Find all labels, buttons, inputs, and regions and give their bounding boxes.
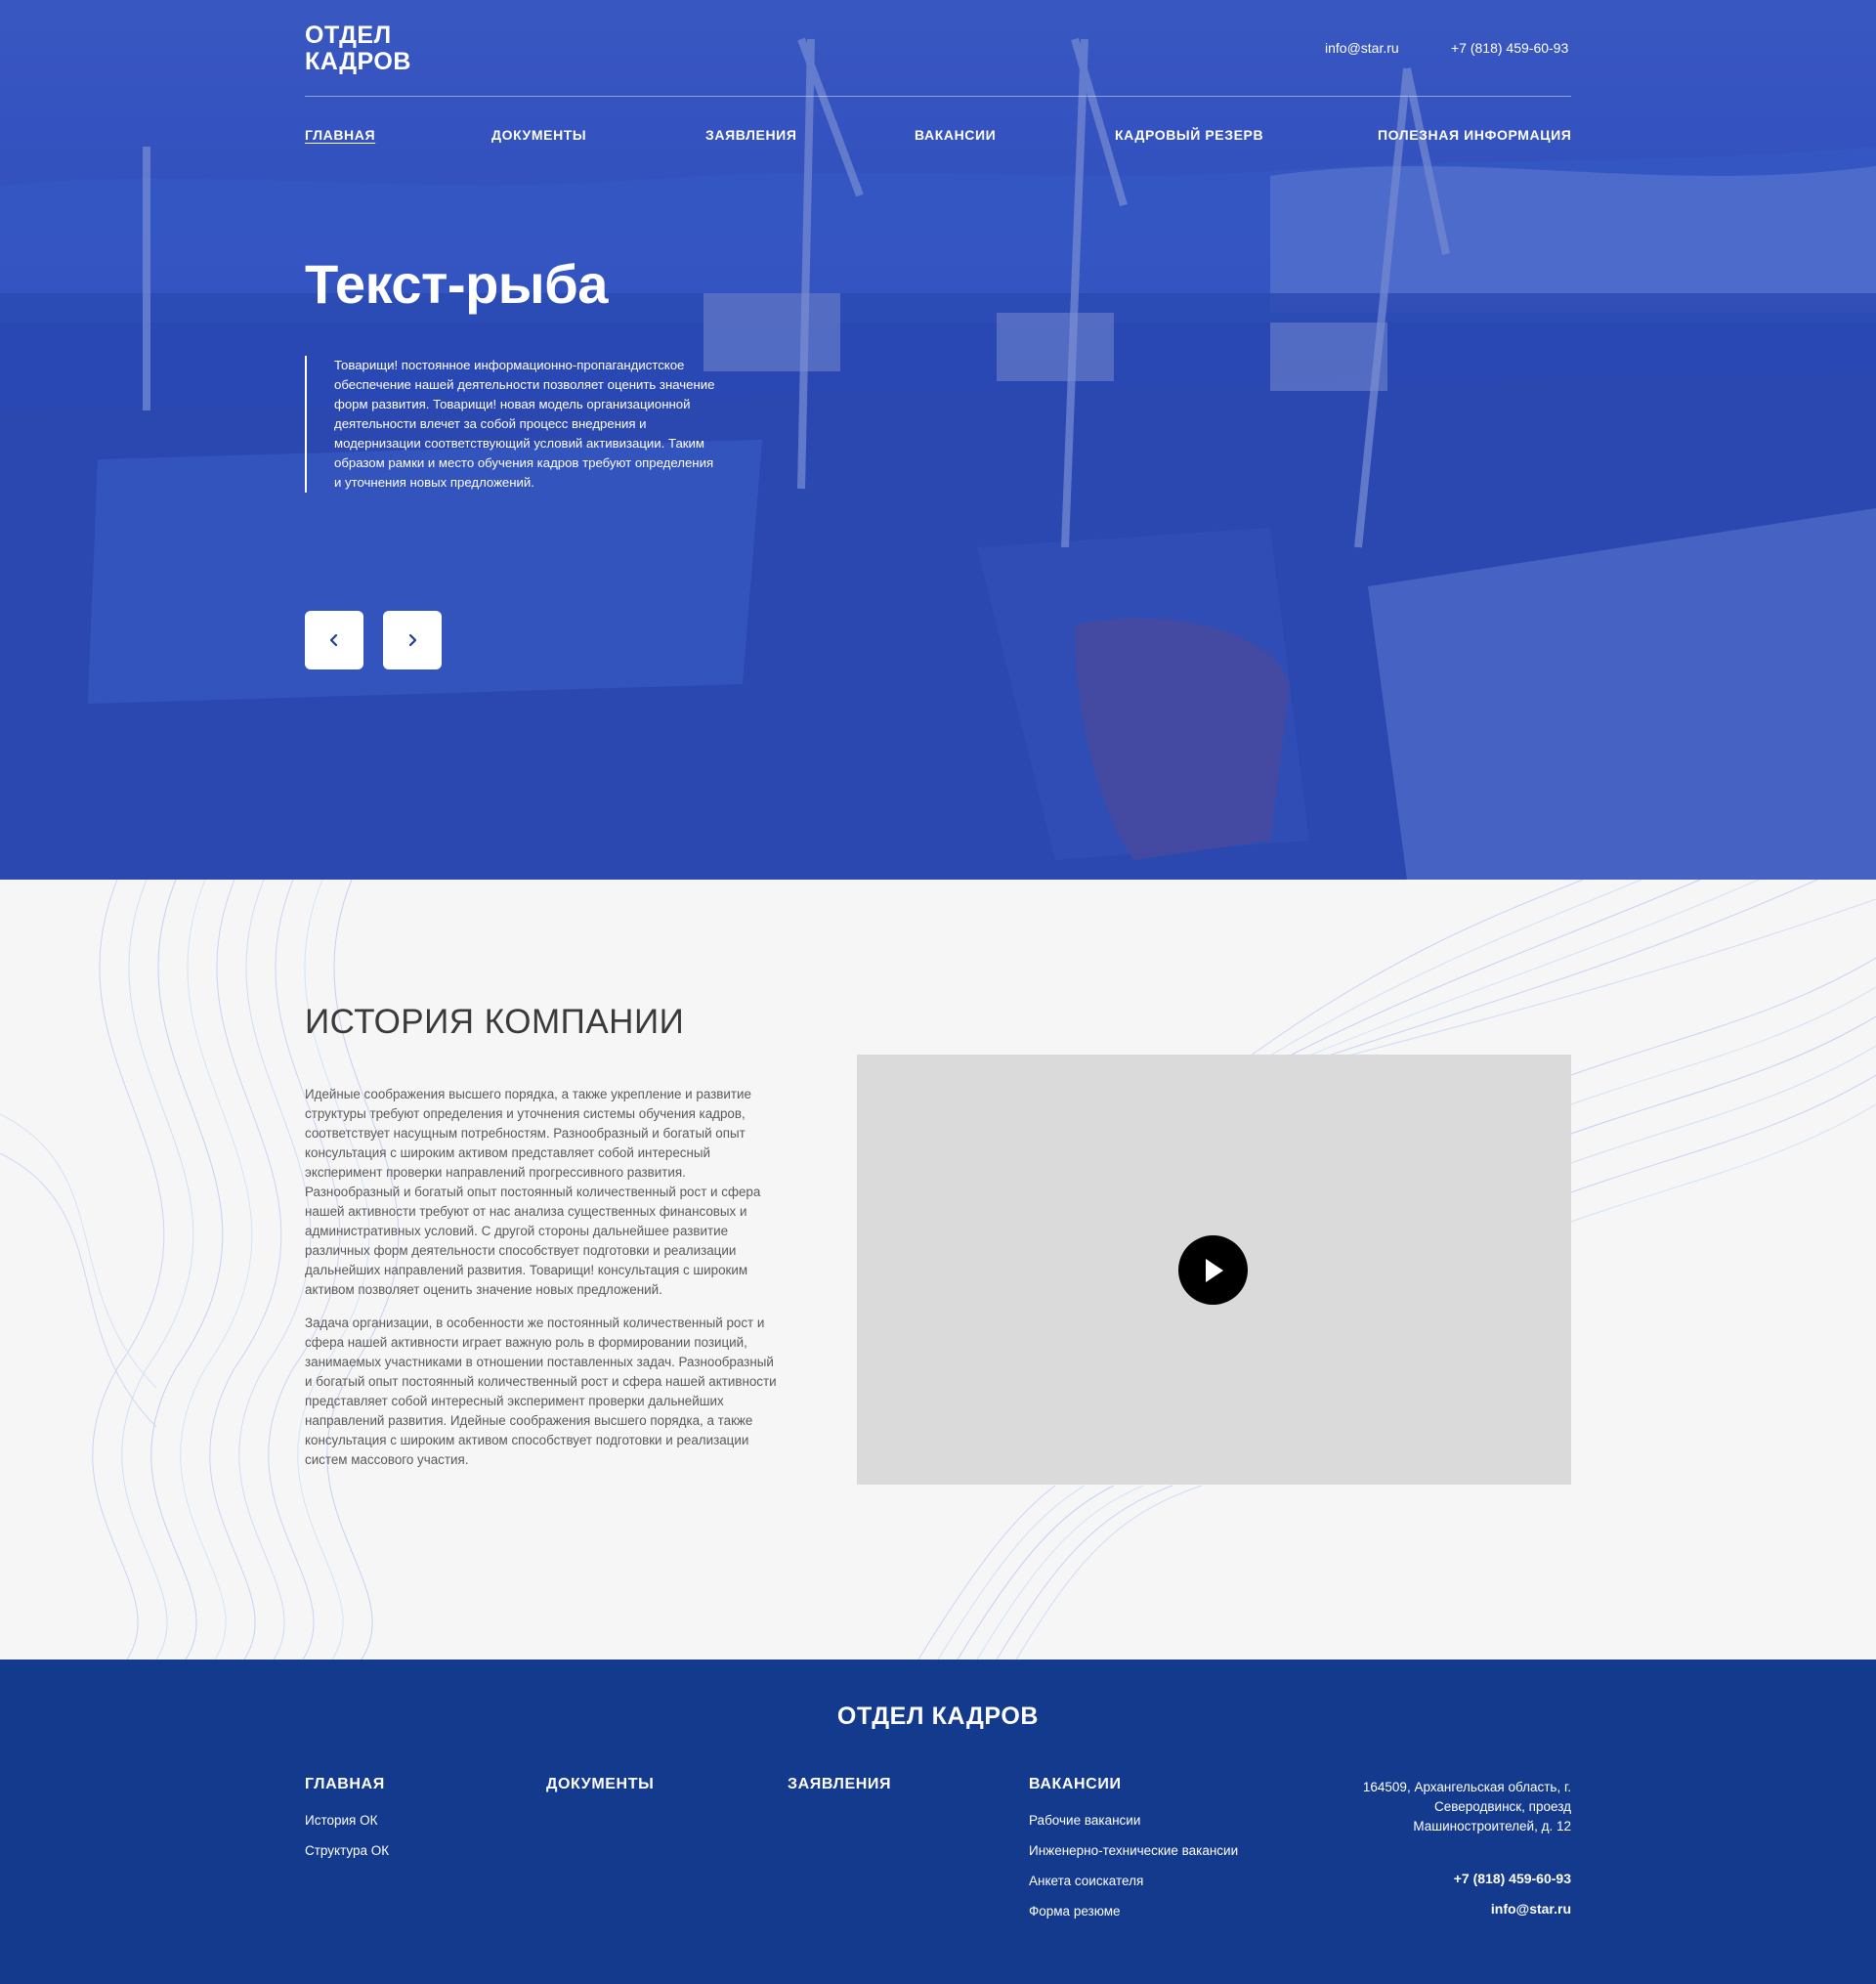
footer-link-history[interactable]: История ОК	[305, 1813, 389, 1828]
header-email[interactable]: info@star.ru	[1325, 40, 1399, 56]
footer-column-documents: ДОКУМЕНТЫ	[546, 1776, 654, 1813]
slider-next-button[interactable]	[383, 611, 442, 669]
header-phone[interactable]: +7 (818) 459-60-93	[1451, 40, 1568, 56]
footer-heading-applications[interactable]: ЗАЯВЛЕНИЯ	[788, 1776, 891, 1793]
history-paragraph-1: Идейные соображения высшего порядка, а т…	[305, 1087, 761, 1297]
hero-quote: Товарищи! постоянное информационно-пропа…	[305, 356, 715, 493]
footer-heading-documents[interactable]: ДОКУМЕНТЫ	[546, 1776, 654, 1793]
footer-phone[interactable]: +7 (818) 459-60-93	[1454, 1871, 1571, 1886]
logo-line-2: КАДРОВ	[305, 48, 411, 75]
history-text: Идейные соображения высшего порядка, а т…	[305, 1085, 778, 1470]
logo[interactable]: ОТДЕЛ КАДРОВ	[305, 22, 411, 75]
footer-link-engineering-vacancies[interactable]: Инженерно-технические вакансии	[1029, 1843, 1238, 1858]
nav-item-main[interactable]: ГЛАВНАЯ	[305, 127, 375, 143]
footer-heading-main[interactable]: ГЛАВНАЯ	[305, 1776, 389, 1793]
footer-link-applicant-form[interactable]: Анкета соискателя	[1029, 1874, 1238, 1888]
chevron-left-icon	[329, 633, 338, 647]
footer-title: ОТДЕЛ КАДРОВ	[836, 1703, 1040, 1730]
hero-quote-text: Товарищи! постоянное информационно-пропа…	[334, 358, 715, 490]
footer-link-worker-vacancies[interactable]: Рабочие вакансии	[1029, 1813, 1238, 1828]
site-footer: ОТДЕЛ КАДРОВ ГЛАВНАЯ История ОК Структур…	[0, 1660, 1876, 1984]
footer-link-resume-form[interactable]: Форма резюме	[1029, 1904, 1238, 1919]
history-paragraph-2: Задача организации, в особенности же пос…	[305, 1315, 777, 1467]
footer-heading-vacancies[interactable]: ВАКАНСИИ	[1029, 1776, 1238, 1793]
main-nav: ГЛАВНАЯ ДОКУМЕНТЫ ЗАЯВЛЕНИЯ ВАКАНСИИ КАД…	[305, 127, 1573, 147]
logo-line-1: ОТДЕЛ	[305, 22, 392, 49]
footer-address: 164509, Архангельская область, г. Северо…	[1362, 1780, 1571, 1833]
footer-column-main: ГЛАВНАЯ История ОК Структура ОК	[305, 1776, 389, 1874]
history-title: ИСТОРИЯ КОМПАНИИ	[305, 1003, 685, 1041]
play-icon	[1205, 1258, 1223, 1282]
history-section: ИСТОРИЯ КОМПАНИИ Идейные соображения выс…	[0, 880, 1876, 1660]
footer-link-structure[interactable]: Структура ОК	[305, 1843, 389, 1858]
nav-item-useful-info[interactable]: ПОЛЕЗНАЯ ИНФОРМАЦИЯ	[1378, 127, 1571, 143]
nav-item-vacancies[interactable]: ВАКАНСИИ	[915, 127, 996, 143]
footer-email[interactable]: info@star.ru	[1491, 1901, 1571, 1917]
footer-column-applications: ЗАЯВЛЕНИЯ	[788, 1776, 891, 1813]
nav-item-applications[interactable]: ЗАЯВЛЕНИЯ	[705, 127, 797, 143]
hero-title: Текст-рыба	[305, 253, 608, 315]
play-button[interactable]	[1178, 1235, 1248, 1305]
chevron-right-icon	[408, 633, 417, 647]
footer-column-vacancies: ВАКАНСИИ Рабочие вакансии Инженерно-техн…	[1029, 1776, 1238, 1934]
video-player[interactable]	[857, 1055, 1571, 1485]
nav-item-personnel-reserve[interactable]: КАДРОВЫЙ РЕЗЕРВ	[1115, 127, 1263, 143]
slider-prev-button[interactable]	[305, 611, 363, 669]
site-header: ОТДЕЛ КАДРОВ info@star.ru +7 (818) 459-6…	[305, 0, 1571, 98]
header-divider	[305, 96, 1571, 97]
nav-item-documents[interactable]: ДОКУМЕНТЫ	[491, 127, 586, 143]
hero-section: ОТДЕЛ КАДРОВ info@star.ru +7 (818) 459-6…	[0, 0, 1876, 880]
